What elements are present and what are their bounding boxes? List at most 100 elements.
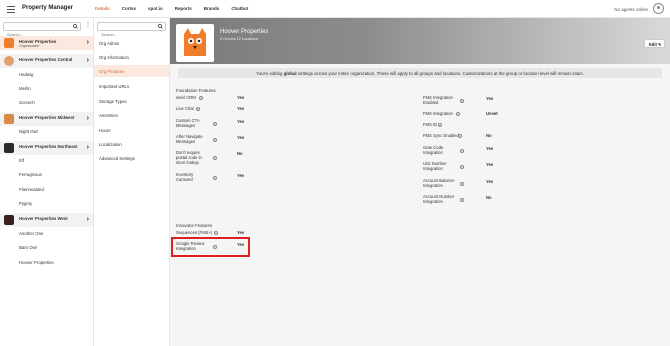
info-icon[interactable]: i — [213, 138, 217, 142]
menu-important-urls[interactable]: Important URLs — [94, 80, 169, 92]
tree-group-northeast[interactable]: Hoover Properties Northeast › — [0, 141, 93, 155]
settings-search — [97, 22, 166, 38]
menu-icon[interactable] — [7, 6, 15, 15]
fms-value: Yes — [486, 179, 494, 184]
fms-row: FMS Sync Enabled i No — [423, 133, 503, 139]
user-icon[interactable] — [653, 3, 664, 14]
fms-row: FMS Integration i Unset — [423, 111, 503, 117]
tree-group-label: Hoover Properties Central — [19, 57, 73, 62]
menu-org-admin[interactable]: Org Admin — [94, 37, 169, 49]
tree-location[interactable]: Another One — [0, 229, 93, 239]
notice-text-rest: settings across your entire organization… — [296, 70, 584, 76]
edit-button[interactable]: Edit ✎ — [644, 39, 665, 48]
more-options-icon[interactable]: ⋮ — [85, 22, 91, 28]
nav-brands[interactable]: Brands — [198, 6, 226, 11]
info-icon[interactable]: i — [214, 230, 218, 235]
info-icon[interactable]: i — [196, 106, 200, 111]
feature-label: Custom CTA Messages — [176, 118, 200, 128]
nav-cortex[interactable]: Cortex — [116, 6, 142, 11]
fms-label: Account Balance Integration — [423, 178, 455, 188]
tree-group-label: Hoover Properties Northeast — [19, 144, 78, 149]
nav-reports[interactable]: Reports — [169, 6, 198, 11]
menu-org-features[interactable]: Org Features — [94, 65, 169, 77]
owl-mascot-icon — [184, 28, 206, 56]
nav-spot-io[interactable]: spot.io — [142, 6, 169, 11]
info-icon[interactable]: i — [438, 122, 442, 127]
info-icon[interactable]: i — [456, 111, 460, 116]
info-icon[interactable]: i — [460, 198, 464, 202]
tree-location[interactable]: Elf — [0, 156, 93, 166]
fms-row: Account Balance Integration i Yes — [423, 178, 503, 190]
tree-location[interactable]: Barn Owl — [0, 243, 93, 253]
group-logo — [4, 215, 14, 225]
info-icon[interactable]: i — [460, 99, 464, 103]
tree-group-hoover-properties[interactable]: Hoover Properties Organization › — [0, 36, 93, 50]
menu-hours[interactable]: Hours — [94, 124, 169, 136]
fms-label: Account Number Integration — [423, 194, 455, 204]
innovator-title: Innovator Features — [176, 223, 213, 228]
feature-value: Yes — [237, 230, 245, 235]
search-icon[interactable] — [158, 24, 163, 29]
global-settings-notice: You're editing global settings across yo… — [178, 68, 662, 78]
nav-details[interactable]: Details — [89, 6, 116, 11]
org-title: Hoover Properties — [220, 29, 269, 35]
org-logo — [4, 38, 14, 48]
info-icon[interactable]: i — [460, 165, 464, 169]
search-icon[interactable] — [73, 24, 78, 29]
tree-location[interactable]: Night Owl — [0, 127, 93, 137]
feature-value: Yes — [237, 173, 245, 178]
tree-location-label: Hoover Properties — [19, 260, 54, 265]
menu-storage-types[interactable]: Storage Types — [94, 95, 169, 107]
tree-group-label: Hoover Properties Midwest — [19, 115, 75, 120]
tree-search — [3, 22, 81, 38]
nav-chatbot[interactable]: Chatbot — [225, 6, 254, 11]
menu-advanced-settings[interactable]: Advanced Settings — [94, 152, 169, 164]
chevron-right-icon: › — [86, 216, 89, 223]
info-icon[interactable]: i — [213, 156, 217, 160]
tree-location[interactable]: Merlin — [0, 84, 93, 94]
feature-label: Don't require postal code in store looku… — [176, 150, 202, 165]
info-icon[interactable]: i — [458, 133, 462, 138]
info-icon[interactable]: i — [199, 95, 203, 100]
info-icon[interactable]: i — [213, 122, 217, 126]
feature-value: Yes — [237, 135, 245, 140]
tree-location-label: Flammulated — [19, 187, 44, 192]
org-header: Hoover Properties 4 Groups 12 Locations … — [170, 18, 670, 64]
menu-amenities[interactable]: Amenities — [94, 109, 169, 121]
tree-location[interactable]: Flammulated — [0, 185, 93, 195]
feature-row: After Navigate Messages i Yes — [176, 134, 256, 146]
tree-location-label: Screech — [19, 100, 35, 105]
org-subtitle: 4 Groups 12 Locations — [220, 37, 259, 41]
tree-location[interactable]: Hoover Properties — [0, 258, 93, 268]
info-icon[interactable]: i — [460, 149, 464, 153]
feature-value: Yes — [237, 119, 245, 124]
fms-row: FMS Integration Enabled i Yes — [423, 95, 503, 107]
info-icon[interactable]: i — [460, 182, 464, 186]
tree-location[interactable]: Hedwig — [0, 70, 93, 80]
chevron-right-icon: › — [86, 39, 89, 46]
tree-location[interactable]: Screech — [0, 98, 93, 108]
fms-value: No — [486, 195, 492, 200]
foundation-title: Foundation Features — [176, 88, 216, 93]
tree-location-label: Ferruginous — [19, 172, 42, 177]
tree-location-label: Another One — [19, 231, 44, 236]
fms-label: Unit Number Integration — [423, 161, 447, 171]
tree-group-central[interactable]: Hoover Properties Central › — [0, 54, 93, 68]
info-icon[interactable]: i — [213, 176, 217, 180]
fms-value: Unset — [486, 111, 498, 116]
fms-label: Gate Code Integration — [423, 145, 444, 155]
tree-location[interactable]: Ferruginous — [0, 170, 93, 180]
chevron-right-icon: › — [86, 57, 89, 64]
notice-text: You're editing — [256, 70, 284, 76]
tree-group-midwest[interactable]: Hoover Properties Midwest › — [0, 112, 93, 126]
tree-location-label: Barn Owl — [19, 245, 37, 250]
tree-location[interactable]: Pygmy — [0, 199, 93, 209]
tree-group-west[interactable]: Hoover Properties West › — [0, 213, 93, 227]
menu-localization[interactable]: Localization — [94, 138, 169, 150]
fms-row: Gate Code Integration i Yes — [423, 145, 503, 157]
feature-label: After Navigate Messages — [176, 134, 203, 144]
menu-org-information[interactable]: Org Information — [94, 51, 169, 63]
main-content: Hoover Properties 4 Groups 12 Locations … — [170, 18, 670, 346]
agents-status: No agents online — [614, 7, 648, 12]
feature-row: Custom CTA Messages i Yes — [176, 118, 256, 130]
